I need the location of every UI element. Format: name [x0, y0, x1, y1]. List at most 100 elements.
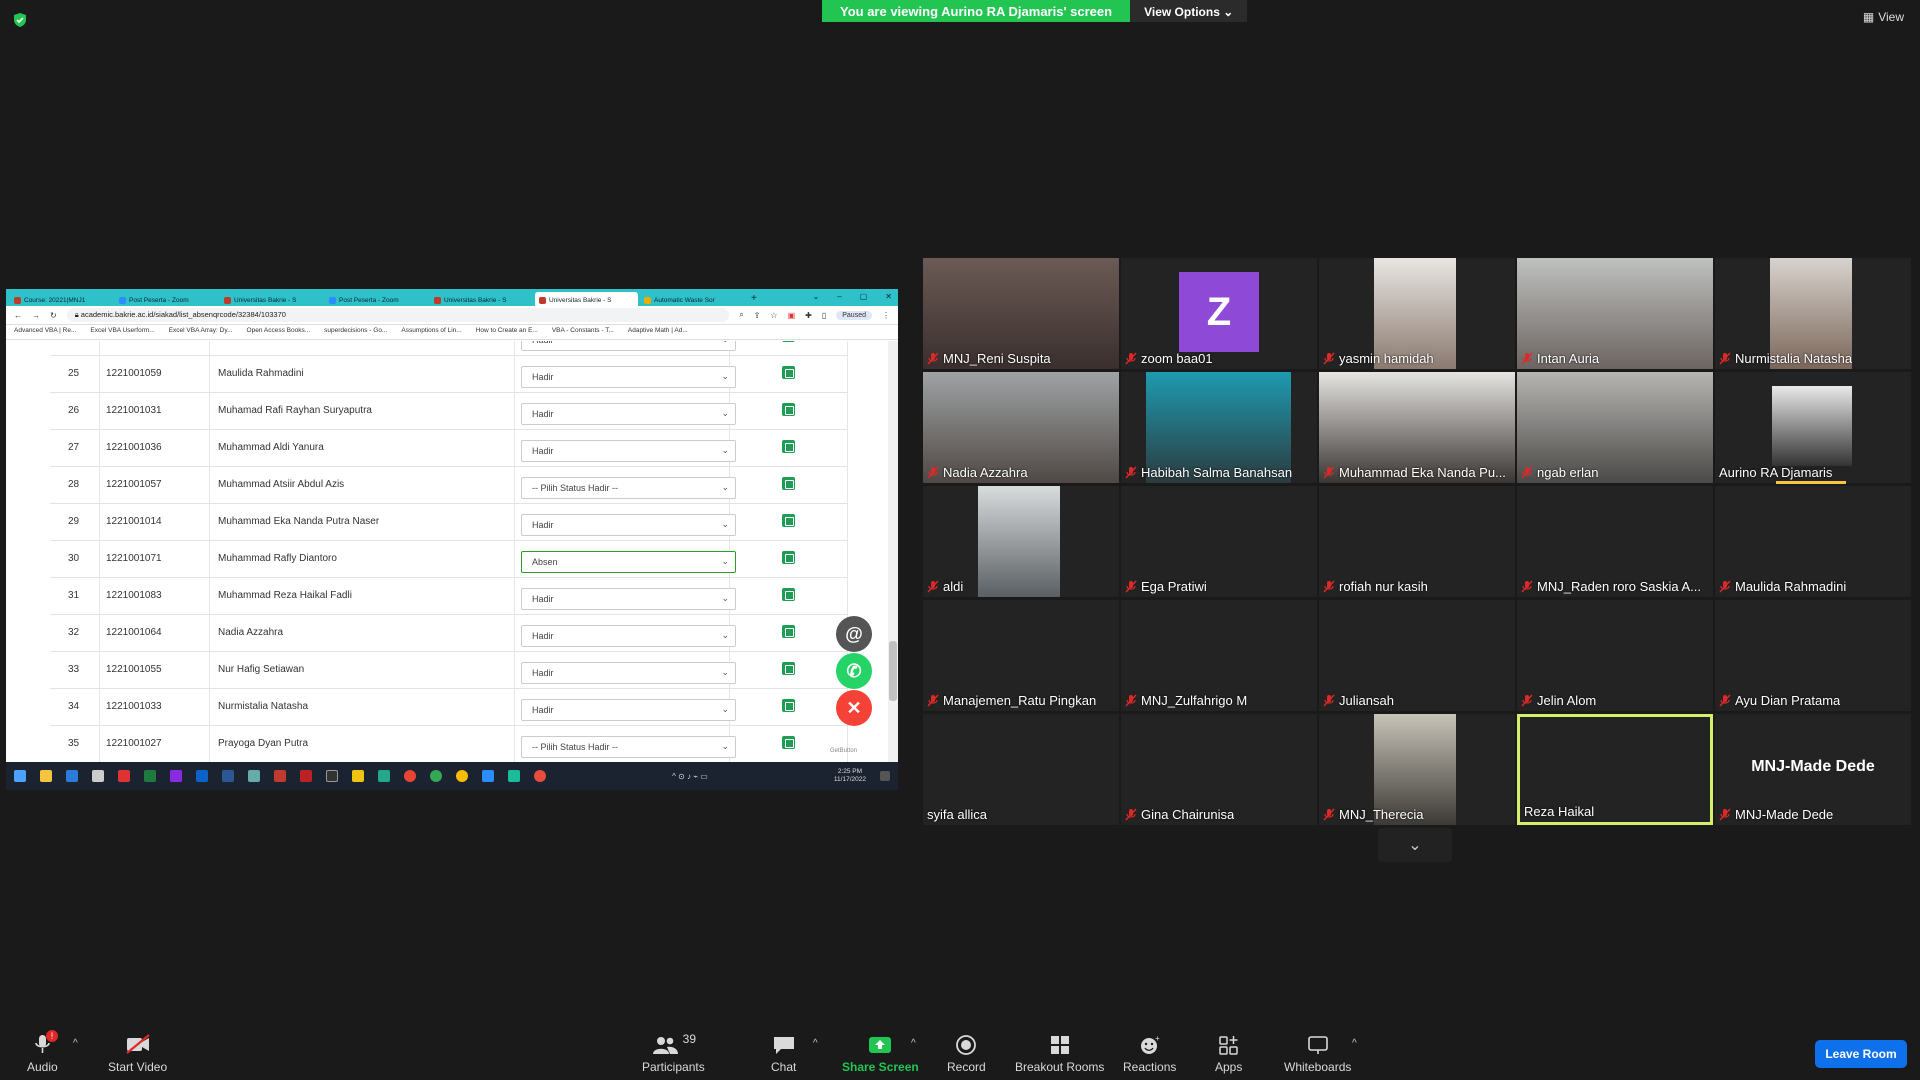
record-button[interactable]: Record [947, 1032, 986, 1074]
profile-paused-badge[interactable]: Paused [836, 310, 872, 320]
reload-icon[interactable]: ↻ [50, 311, 57, 320]
participant-tile[interactable]: aldi [923, 486, 1119, 597]
close-icon[interactable]: ✕ [885, 292, 892, 301]
app-icon[interactable] [508, 770, 520, 782]
edge-icon[interactable] [378, 770, 390, 782]
participant-tile[interactable]: MNJ_Zulfahrigo M [1121, 600, 1317, 711]
save-icon[interactable] [782, 440, 795, 453]
chat-button[interactable]: Chat [771, 1032, 796, 1074]
chrome-icon[interactable] [430, 770, 442, 782]
share-icon[interactable]: ⇪ [754, 311, 761, 320]
browser-tab[interactable]: Post Peserta - Zoom [325, 292, 428, 306]
security-shield-icon[interactable] [12, 12, 28, 28]
attendance-status-select[interactable]: Hadir ⌄ [521, 699, 736, 721]
browser-tab[interactable]: Universitas Bakrie - S [430, 292, 533, 306]
app-icon[interactable] [118, 770, 130, 782]
zoom-app-icon[interactable] [482, 770, 494, 782]
bookmark-item[interactable]: Open Access Books... [247, 327, 311, 337]
page-scrollbar[interactable] [888, 341, 898, 762]
participant-tile[interactable]: Maulida Rahmadini [1715, 486, 1911, 597]
breakout-rooms-button[interactable]: Breakout Rooms [1015, 1032, 1104, 1074]
bookmark-item[interactable]: Assumptions of Lin... [401, 327, 461, 337]
gallery-next-page-button[interactable]: ⌄ [1378, 828, 1452, 862]
save-icon[interactable] [782, 514, 795, 527]
app-icon[interactable] [300, 770, 312, 782]
whatsapp-button[interactable]: ✆ [836, 653, 872, 689]
email-share-button[interactable]: @ [836, 616, 872, 652]
participants-button[interactable]: 39 Participants [642, 1032, 705, 1074]
participant-tile[interactable]: Aurino RA Djamaris [1715, 372, 1911, 483]
close-widget-button[interactable]: ✕ [836, 690, 872, 726]
chrome-icon[interactable] [456, 770, 468, 782]
save-icon[interactable] [782, 366, 795, 379]
attendance-status-select[interactable]: Hadir ⌄ [521, 440, 736, 462]
save-icon[interactable] [782, 736, 795, 749]
attendance-status-select[interactable]: Hadir ⌄ [521, 366, 736, 388]
notification-icon[interactable] [879, 771, 890, 781]
view-button[interactable]: ▦ View [1863, 10, 1904, 24]
file-explorer-icon[interactable] [40, 770, 52, 782]
bookmark-item[interactable]: Excel VBA Userform... [90, 327, 154, 337]
url-input[interactable]: 🔒︎ academic.bakrie.ac.id/siakad/list_abs… [66, 308, 730, 322]
taskbar-clock[interactable]: 2:25 PM 11/17/2022 [834, 768, 866, 784]
app-icon[interactable] [248, 770, 260, 782]
attendance-status-select[interactable]: Hadir ⌄ [521, 662, 736, 684]
participant-tile[interactable]: Ega Pratiwi [1121, 486, 1317, 597]
browser-tab[interactable]: Post Peserta - Zoom [115, 292, 218, 306]
excel-icon[interactable] [144, 770, 156, 782]
share-screen-button[interactable]: Share Screen [842, 1032, 919, 1074]
attendance-status-select[interactable]: Hadir ⌄ [521, 403, 736, 425]
participant-tile[interactable]: Nurmistalia Natasha [1715, 258, 1911, 369]
scrollbar-thumb[interactable] [889, 641, 897, 701]
participant-tile[interactable]: Gina Chairunisa [1121, 714, 1317, 825]
save-icon[interactable] [782, 699, 795, 712]
save-icon[interactable] [782, 588, 795, 601]
zoom-icon[interactable]: ⌕ [739, 310, 743, 320]
participant-tile[interactable]: syifa allica [923, 714, 1119, 825]
browser-tab[interactable]: Course: 20221|MNJ1 [10, 292, 113, 306]
leave-room-button[interactable]: Leave Room [1815, 1040, 1907, 1068]
attendance-status-select[interactable]: Absen ⌄ [521, 551, 736, 573]
participant-tile[interactable]: Muhammad Eka Nanda Pu... [1319, 372, 1515, 483]
store-icon[interactable] [66, 770, 78, 782]
sticky-notes-icon[interactable] [352, 770, 364, 782]
tab-search-icon[interactable]: ⌄ [813, 292, 820, 301]
share-options-caret[interactable]: ^ [911, 1038, 916, 1049]
save-icon[interactable] [782, 551, 795, 564]
powerpoint-icon[interactable] [274, 770, 286, 782]
participant-tile[interactable]: Manajemen_Ratu Pingkan [923, 600, 1119, 711]
chrome-icon[interactable] [534, 770, 546, 782]
participant-tile[interactable]: Habibah Salma Banahsan [1121, 372, 1317, 483]
app-icon[interactable] [326, 770, 338, 782]
puzzle-icon[interactable]: ✚ [805, 311, 812, 320]
whiteboards-options-caret[interactable]: ^ [1352, 1038, 1357, 1049]
extension-icon[interactable]: ▣ [788, 311, 796, 320]
apps-button[interactable]: Apps [1215, 1032, 1242, 1074]
participant-tile[interactable]: Jelin Alom [1517, 600, 1713, 711]
bookmark-item[interactable]: How to Create an E... [476, 327, 538, 337]
bookmark-item[interactable]: superdecisions - Go... [324, 327, 387, 337]
browser-tab[interactable]: Universitas Bakrie - S [220, 292, 323, 306]
forward-icon[interactable]: → [32, 311, 40, 320]
participant-tile[interactable]: MNJ_Reni Suspita [923, 258, 1119, 369]
attendance-status-select[interactable]: -- Pilih Status Hadir -- ⌄ [521, 477, 736, 499]
attendance-status-select[interactable]: Hadir ⌄ [521, 588, 736, 610]
attendance-status-select[interactable]: Hadir ⌄ [521, 341, 736, 351]
whiteboards-button[interactable]: Whiteboards [1284, 1032, 1351, 1074]
shared-screen[interactable]: Course: 20221|MNJ1 Post Peserta - Zoom U… [6, 289, 898, 790]
maximize-icon[interactable]: ▢ [860, 292, 868, 301]
save-icon[interactable] [782, 477, 795, 490]
participant-tile[interactable]: Juliansah [1319, 600, 1515, 711]
calculator-icon[interactable] [92, 770, 104, 782]
save-icon[interactable] [782, 625, 795, 638]
bookmark-item[interactable]: VBA - Constants - T... [552, 327, 614, 337]
bookmark-item[interactable]: Adaptive Math | Ad... [628, 327, 688, 337]
attendance-status-select[interactable]: Hadir ⌄ [521, 625, 736, 647]
save-icon[interactable] [782, 403, 795, 416]
word-icon[interactable] [222, 770, 234, 782]
participant-tile[interactable]: yasmin hamidah [1319, 258, 1515, 369]
save-icon[interactable] [782, 341, 795, 342]
reactions-button[interactable]: + Reactions [1123, 1032, 1176, 1074]
chrome-icon[interactable] [404, 770, 416, 782]
back-icon[interactable]: ← [14, 311, 22, 320]
